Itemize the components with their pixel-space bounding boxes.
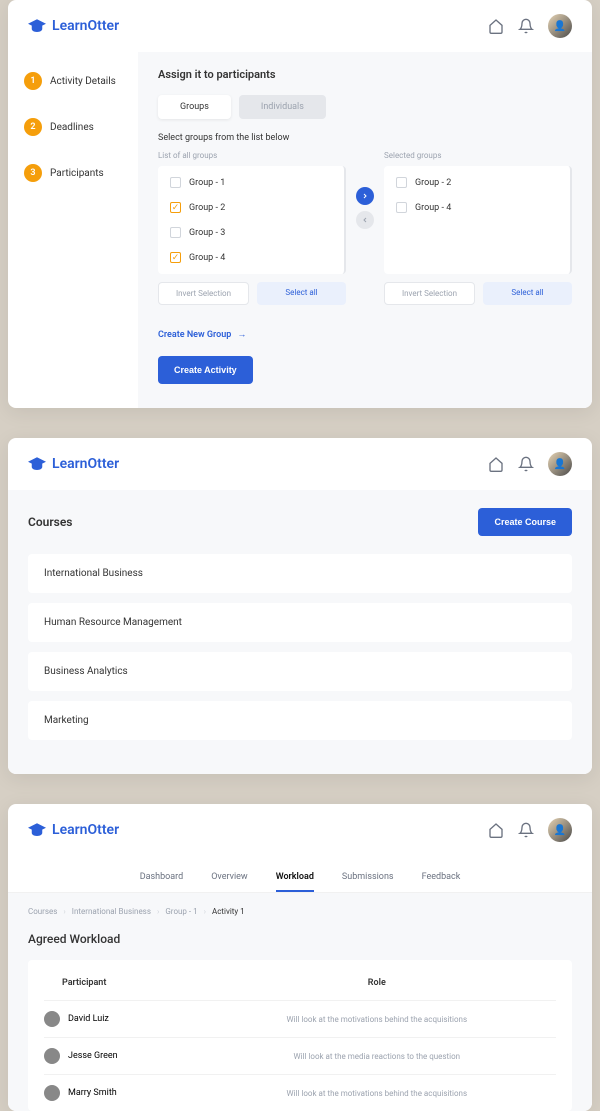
invert-selection-right[interactable]: Invert Selection — [384, 282, 475, 305]
courses-title: Courses — [28, 515, 72, 529]
bell-icon[interactable] — [518, 18, 534, 34]
table-row[interactable]: Marry Smith Will look at the motivations… — [44, 1074, 556, 1111]
select-all-left[interactable]: Select all — [257, 282, 346, 305]
home-icon[interactable] — [488, 822, 504, 838]
transfer-left-button[interactable] — [356, 211, 374, 229]
course-item[interactable]: Marketing — [28, 701, 572, 740]
workload-title: Agreed Workload — [28, 932, 572, 946]
tab-workload[interactable]: Workload — [276, 864, 314, 892]
left-list-header: List of all groups — [158, 151, 346, 160]
user-avatar[interactable]: 👤 — [548, 452, 572, 476]
tab-overview[interactable]: Overview — [211, 864, 247, 892]
brand-name: LearnOtter — [52, 456, 119, 472]
table-row[interactable]: Jesse Green Will look at the media react… — [44, 1037, 556, 1074]
checkbox-icon — [170, 227, 181, 238]
chevron-right-icon: › — [63, 907, 65, 916]
all-groups-list: Group - 1 ✓Group - 2 Group - 3 ✓Group - … — [158, 166, 346, 274]
arrow-right-icon: → — [237, 329, 246, 340]
course-item[interactable]: Human Resource Management — [28, 603, 572, 642]
graduation-cap-icon — [28, 19, 46, 33]
assign-title: Assign it to participants — [158, 68, 572, 81]
table-row[interactable]: David Luiz Will look at the motivations … — [44, 1000, 556, 1037]
home-icon[interactable] — [488, 18, 504, 34]
transfer-right-button[interactable] — [356, 187, 374, 205]
wizard-steps: 1Activity Details 2Deadlines 3Participan… — [8, 52, 138, 408]
step-activity-details[interactable]: 1Activity Details — [24, 72, 138, 90]
breadcrumb-current: Activity 1 — [212, 907, 245, 916]
list-item[interactable]: Group - 3 — [158, 220, 344, 245]
user-avatar[interactable]: 👤 — [548, 818, 572, 842]
chevron-right-icon: › — [157, 907, 159, 916]
logo[interactable]: LearnOtter — [28, 456, 119, 472]
list-item[interactable]: ✓Group - 2 — [158, 195, 344, 220]
create-course-button[interactable]: Create Course — [478, 508, 572, 536]
breadcrumb-item[interactable]: Group - 1 — [165, 907, 197, 916]
step-participants[interactable]: 3Participants — [24, 164, 138, 182]
graduation-cap-icon — [28, 457, 46, 471]
tab-individuals[interactable]: Individuals — [239, 95, 326, 119]
list-item[interactable]: ✓Group - 4 — [158, 245, 344, 270]
step-deadlines[interactable]: 2Deadlines — [24, 118, 138, 136]
select-label: Select groups from the list below — [158, 133, 572, 143]
avatar — [44, 1048, 60, 1064]
right-list-header: Selected groups — [384, 151, 572, 160]
list-item[interactable]: Group - 4 — [384, 195, 570, 220]
list-item[interactable]: Group - 1 — [158, 170, 344, 195]
breadcrumb-item[interactable]: Courses — [28, 907, 57, 916]
breadcrumb-item[interactable]: International Business — [72, 907, 151, 916]
course-item[interactable]: Business Analytics — [28, 652, 572, 691]
bell-icon[interactable] — [518, 822, 534, 838]
list-item[interactable]: Group - 2 — [384, 170, 570, 195]
checkbox-icon — [170, 177, 181, 188]
tab-dashboard[interactable]: Dashboard — [140, 864, 184, 892]
avatar — [44, 1011, 60, 1027]
chevron-right-icon: › — [204, 907, 206, 916]
checkbox-checked-icon: ✓ — [170, 202, 181, 213]
avatar — [44, 1085, 60, 1101]
breadcrumb: Courses › International Business › Group -… — [28, 907, 572, 916]
logo[interactable]: LearnOtter — [28, 822, 119, 838]
workload-table: Participant Role David Luiz Will look at… — [28, 960, 572, 1111]
graduation-cap-icon — [28, 823, 46, 837]
course-item[interactable]: International Business — [28, 554, 572, 593]
user-avatar[interactable]: 👤 — [548, 14, 572, 38]
brand-name: LearnOtter — [52, 18, 119, 34]
col-participant: Participant — [44, 978, 198, 988]
tab-feedback[interactable]: Feedback — [422, 864, 461, 892]
nav-tabs: Dashboard Overview Workload Submissions … — [8, 856, 592, 893]
checkbox-icon — [396, 202, 407, 213]
invert-selection-left[interactable]: Invert Selection — [158, 282, 249, 305]
col-role: Role — [198, 978, 556, 988]
brand-name: LearnOtter — [52, 822, 119, 838]
selected-groups-list: Group - 2 Group - 4 — [384, 166, 572, 274]
chevron-left-icon — [361, 216, 369, 224]
select-all-right[interactable]: Select all — [483, 282, 572, 305]
home-icon[interactable] — [488, 456, 504, 472]
tab-groups[interactable]: Groups — [158, 95, 231, 119]
create-activity-button[interactable]: Create Activity — [158, 356, 253, 384]
tab-submissions[interactable]: Submissions — [342, 864, 394, 892]
chevron-right-icon — [361, 192, 369, 200]
create-new-group-link[interactable]: Create New Group→ — [158, 329, 572, 340]
checkbox-icon — [396, 177, 407, 188]
checkbox-checked-icon: ✓ — [170, 252, 181, 263]
bell-icon[interactable] — [518, 456, 534, 472]
logo[interactable]: LearnOtter — [28, 18, 119, 34]
